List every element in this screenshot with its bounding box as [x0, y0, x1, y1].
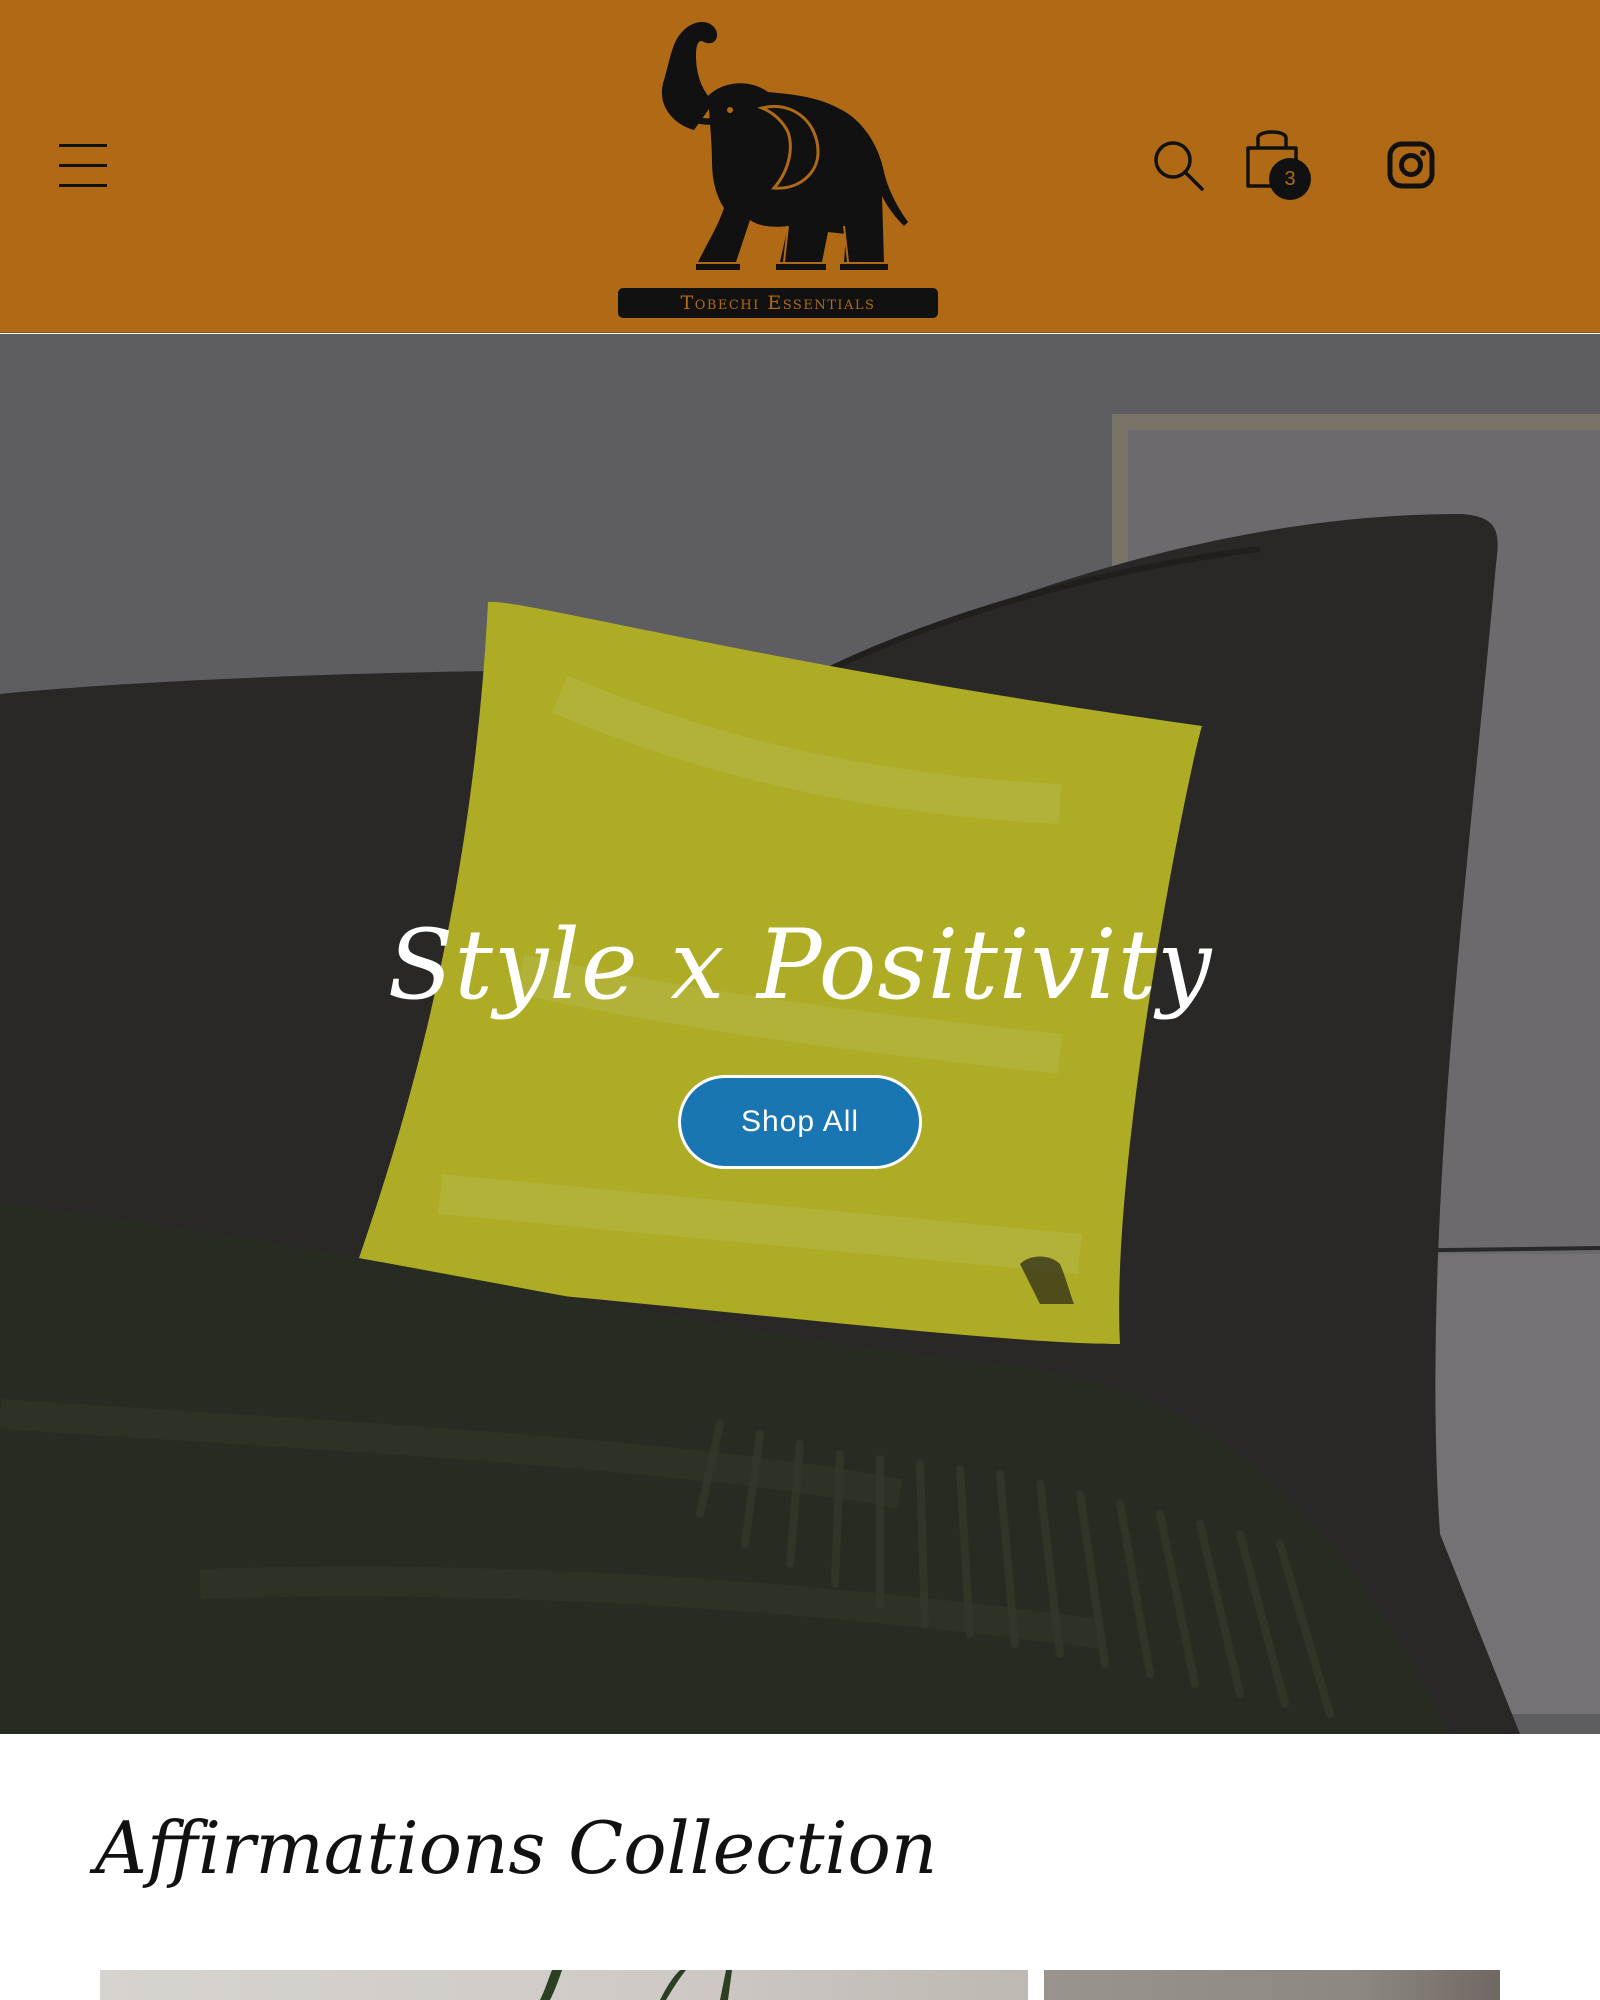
collection-title: Affirmations Collection: [95, 1806, 938, 1890]
instagram-icon[interactable]: [1387, 141, 1435, 189]
hamburger-menu-icon[interactable]: [58, 142, 108, 190]
brand-name: Tobechi Essentials: [618, 288, 938, 318]
cart-count-badge: 3: [1269, 158, 1311, 200]
menu-line: [59, 144, 107, 147]
shopping-bag-icon[interactable]: 3: [1240, 126, 1316, 202]
menu-line: [59, 184, 107, 187]
brand-logo[interactable]: Tobechi Essentials: [612, 12, 942, 322]
hero-background-image: [0, 334, 1600, 1734]
elephant-logo-icon: [661, 21, 908, 270]
site-header: Tobechi Essentials 3: [0, 0, 1600, 333]
hero-title: Style x Positivity: [387, 909, 1213, 1021]
product-card-image[interactable]: [100, 1970, 1028, 2000]
search-icon[interactable]: [1153, 140, 1205, 192]
plant-image-fragment: [540, 1970, 732, 2000]
menu-line: [59, 164, 107, 167]
product-card-image[interactable]: [1044, 1970, 1500, 2000]
hero-banner: Style x Positivity Shop All: [0, 334, 1600, 1734]
shop-all-button[interactable]: Shop All: [678, 1075, 922, 1169]
